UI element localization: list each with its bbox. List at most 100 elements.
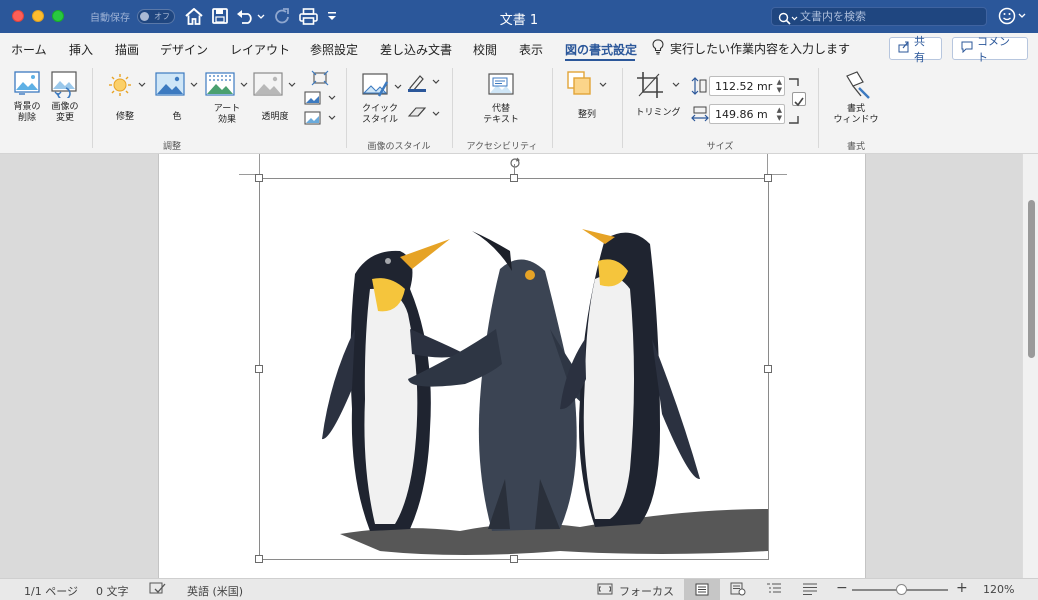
close-window-button[interactable]: [12, 10, 24, 22]
share-label: 共有: [914, 34, 925, 64]
remove-background-icon: [13, 71, 41, 101]
page-count[interactable]: 1/1 ページ: [24, 583, 78, 599]
adjust-group-label: 調整: [162, 142, 181, 152]
change-picture-button[interactable]: 画像の 変更: [46, 70, 84, 124]
customize-toolbar-icon[interactable]: [325, 6, 339, 26]
corrections-button[interactable]: 修整: [102, 72, 148, 123]
lock-aspect-ratio-checkbox[interactable]: [792, 92, 806, 107]
active-tab-indicator: [565, 59, 635, 61]
comments-button[interactable]: コメント: [952, 35, 1028, 64]
resize-handle-bottom-left[interactable]: [255, 555, 263, 563]
undo-icon[interactable]: [236, 6, 266, 26]
zoom-slider-thumb[interactable]: [896, 584, 908, 595]
tab-review[interactable]: 校閲: [473, 41, 497, 58]
account-icon[interactable]: [998, 6, 1030, 30]
crop-label: トリミング: [635, 108, 681, 118]
compress-pictures-button[interactable]: [303, 70, 337, 90]
quick-styles-label-2: スタイル: [361, 115, 398, 125]
search-icon: [778, 10, 798, 29]
tab-home[interactable]: ホーム: [11, 41, 47, 58]
vertical-scrollbar[interactable]: [1022, 154, 1038, 578]
tab-insert[interactable]: 挿入: [69, 41, 93, 58]
search-box[interactable]: [771, 7, 987, 26]
resize-handle-top-right[interactable]: [764, 174, 772, 182]
picture-effects-button[interactable]: [406, 104, 442, 126]
zoom-in-button[interactable]: +: [956, 580, 968, 596]
sun-icon: [104, 74, 146, 101]
web-layout-icon[interactable]: [730, 582, 746, 599]
resize-handle-right[interactable]: [764, 365, 772, 373]
picture-border-button[interactable]: [406, 72, 442, 96]
height-value: 112.52 mr: [715, 80, 773, 93]
zoom-out-button[interactable]: −: [836, 580, 848, 596]
accessibility-group-label: アクセシビリティ: [466, 142, 538, 152]
resize-handle-top[interactable]: [510, 174, 518, 182]
tab-design[interactable]: デザイン: [160, 41, 208, 58]
alt-text-button[interactable]: 代替 テキスト: [476, 72, 526, 126]
proofing-icon[interactable]: [149, 582, 167, 599]
scrollbar-thumb[interactable]: [1028, 200, 1035, 358]
rotate-handle-icon[interactable]: [509, 154, 521, 173]
arrange-icon: [564, 71, 610, 103]
redo-icon[interactable]: [272, 6, 292, 26]
document-page[interactable]: [158, 154, 866, 578]
compress-pictures-icon: [311, 70, 329, 89]
crop-button[interactable]: トリミング: [630, 70, 686, 119]
resize-handle-top-left[interactable]: [255, 174, 263, 182]
height-spinner[interactable]: ▲ ▼: [777, 78, 782, 94]
width-value: 149.86 m: [715, 108, 768, 121]
tab-picture-format[interactable]: 図の書式設定: [565, 41, 637, 58]
share-button[interactable]: 共有: [889, 35, 942, 64]
draft-view-icon[interactable]: [802, 582, 818, 599]
margin-guide-right: [767, 154, 768, 176]
color-button[interactable]: 色: [154, 72, 200, 123]
home-icon[interactable]: [184, 6, 204, 26]
change-picture-icon: [50, 71, 80, 101]
transparency-button[interactable]: 透明度: [252, 72, 298, 123]
format-pane-icon: [841, 71, 871, 103]
artistic-effects-button[interactable]: アート 効果: [204, 72, 250, 126]
margin-guide-left: [259, 154, 260, 176]
format-pane-button[interactable]: 書式 ウィンドウ: [826, 70, 886, 126]
autosave-toggle[interactable]: オフ: [137, 9, 175, 24]
height-input[interactable]: 112.52 mr ▲ ▼: [709, 76, 785, 96]
arrange-button[interactable]: 整列: [562, 70, 612, 121]
format-group-label: 書式: [846, 142, 865, 152]
word-count[interactable]: 0 文字: [96, 583, 129, 599]
tab-view[interactable]: 表示: [519, 41, 543, 58]
change-picture-dropdown-button[interactable]: [303, 90, 337, 110]
tab-draw[interactable]: 描画: [115, 41, 139, 58]
width-input[interactable]: 149.86 m ▲ ▼: [709, 104, 785, 124]
maximize-window-button[interactable]: [52, 10, 64, 22]
tell-me-search[interactable]: 実行したい作業内容を入力します: [652, 39, 850, 58]
height-icon: [691, 77, 707, 99]
print-layout-icon: [695, 583, 709, 599]
outline-view-icon[interactable]: [766, 582, 782, 599]
focus-mode[interactable]: フォーカス: [619, 583, 674, 599]
color-label: 色: [172, 112, 182, 122]
print-layout-view-button[interactable]: [684, 579, 720, 600]
tab-mailings[interactable]: 差し込み文書: [380, 41, 452, 58]
resize-handle-left[interactable]: [255, 365, 263, 373]
autosave-label: 自動保存: [90, 13, 130, 24]
zoom-level[interactable]: 120%: [983, 583, 1014, 596]
search-input[interactable]: [800, 8, 980, 25]
minimize-window-button[interactable]: [32, 10, 44, 22]
status-bar: 1/1 ページ 0 文字 英語 (米国) フォーカス − + 120%: [0, 578, 1038, 600]
change-picture-label-2: 変更: [55, 113, 74, 123]
remove-background-button[interactable]: 背景の 削除: [8, 70, 46, 124]
share-icon: [898, 41, 910, 56]
tab-layout[interactable]: レイアウト: [230, 41, 290, 58]
print-icon[interactable]: [297, 6, 319, 26]
focus-icon[interactable]: [597, 582, 613, 599]
width-spinner[interactable]: ▲ ▼: [777, 106, 782, 122]
resize-handle-bottom[interactable]: [510, 555, 518, 563]
format-pane-label-1: 書式: [846, 104, 865, 114]
save-icon[interactable]: [210, 6, 230, 26]
tab-references[interactable]: 参照設定: [310, 41, 358, 58]
language[interactable]: 英語 (米国): [187, 583, 243, 599]
reset-picture-button[interactable]: [303, 110, 337, 130]
quick-styles-button[interactable]: クイック スタイル: [354, 72, 406, 126]
selected-picture[interactable]: [255, 174, 772, 563]
ribbon-tab-bar: ホーム 挿入 描画 デザイン レイアウト 参照設定 差し込み文書 校閲 表示 図…: [0, 33, 1038, 64]
